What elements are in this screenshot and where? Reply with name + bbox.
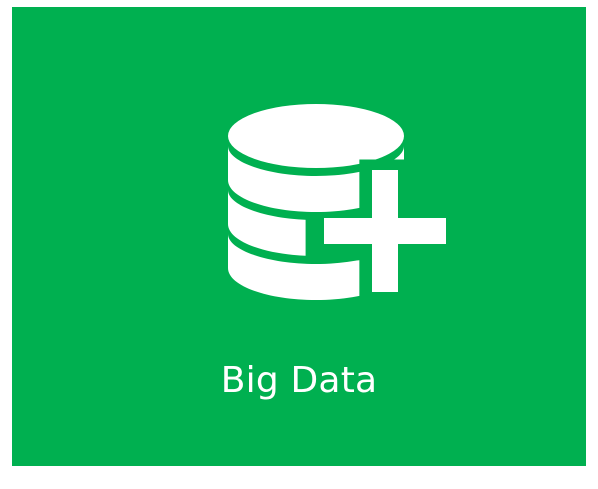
- database-plus-icon: [228, 104, 458, 312]
- tile-label: Big Data: [220, 360, 378, 401]
- big-data-tile[interactable]: Big Data: [12, 7, 586, 466]
